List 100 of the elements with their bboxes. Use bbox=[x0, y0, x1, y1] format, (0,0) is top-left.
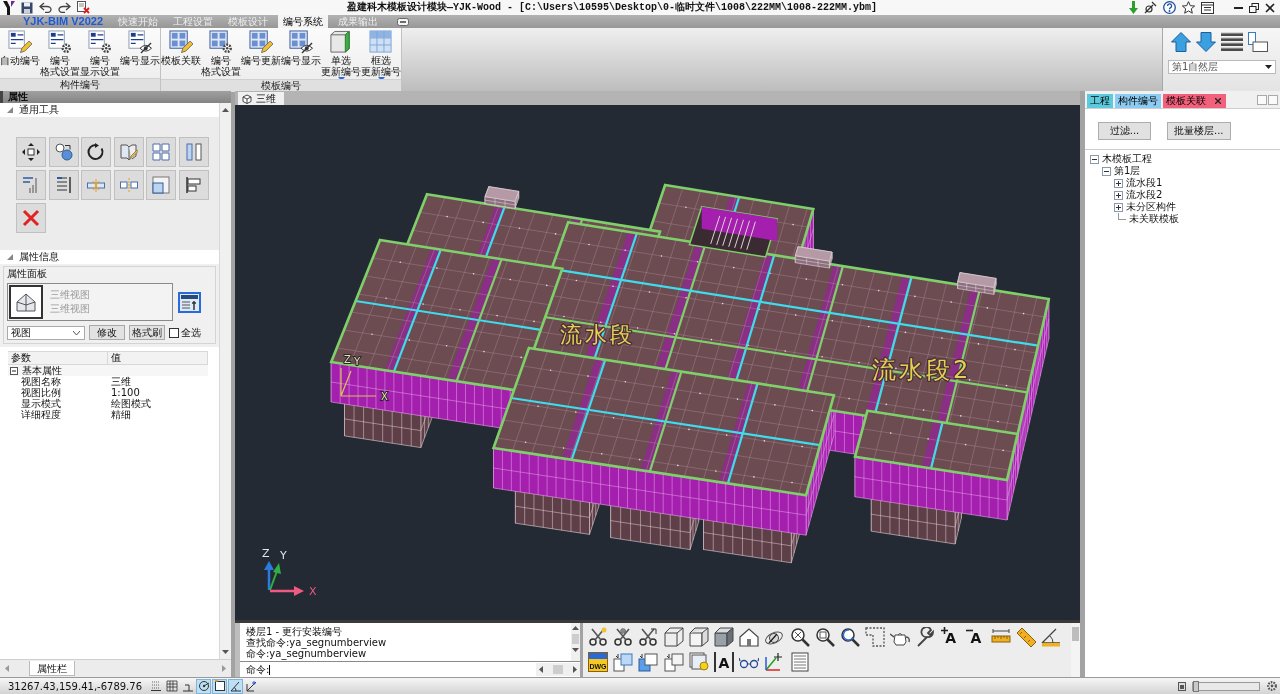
tree-item[interactable]: 未关联模板 bbox=[1129, 212, 1179, 226]
dashed-outline-icon[interactable] bbox=[865, 627, 886, 647]
panel-button[interactable]: 过滤... bbox=[1098, 122, 1151, 140]
vertical-scrollbar[interactable] bbox=[571, 623, 580, 661]
zoom-slider[interactable] bbox=[1192, 681, 1260, 691]
page-export-icon[interactable] bbox=[638, 652, 659, 672]
axes-move-icon[interactable] bbox=[764, 652, 785, 672]
status-toggle-button[interactable] bbox=[212, 678, 227, 694]
panel-tab[interactable]: 属性栏 bbox=[29, 661, 75, 676]
tool-button[interactable] bbox=[16, 137, 46, 167]
scroll-thumb[interactable] bbox=[553, 665, 563, 674]
vertical-scrollbar[interactable] bbox=[219, 103, 231, 659]
angle-icon[interactable] bbox=[1041, 627, 1062, 647]
document-list-icon[interactable] bbox=[789, 652, 810, 672]
text-zoom-in-button[interactable]: A bbox=[940, 627, 961, 647]
bulb-layer-icon[interactable] bbox=[688, 652, 709, 672]
scroll-down-icon[interactable] bbox=[572, 648, 579, 652]
tree-item[interactable]: 木模板工程 bbox=[1102, 152, 1152, 166]
close-icon[interactable] bbox=[1265, 2, 1275, 13]
status-toggle-button[interactable] bbox=[164, 678, 179, 694]
view-type-select[interactable]: 视图 bbox=[7, 325, 85, 340]
scissors-arrow-icon[interactable] bbox=[638, 627, 659, 647]
help-icon[interactable] bbox=[1163, 1, 1176, 14]
select-all-checkbox[interactable] bbox=[169, 327, 179, 338]
scroll-up-icon[interactable] bbox=[572, 626, 579, 630]
star-icon[interactable] bbox=[1182, 1, 1195, 14]
close-file-icon[interactable] bbox=[77, 1, 90, 14]
wrench-icon[interactable] bbox=[915, 627, 936, 647]
panel-button[interactable]: 修改 bbox=[89, 325, 125, 340]
ribbon-button[interactable]: 编号更新 bbox=[241, 28, 281, 79]
restore-icon[interactable] bbox=[1249, 2, 1259, 13]
panel-button[interactable]: 批量楼层... bbox=[1167, 122, 1231, 140]
ribbon-button[interactable]: 编号 格式设置 bbox=[40, 28, 80, 78]
panel-tab[interactable]: 模板关联 bbox=[1163, 94, 1226, 108]
lock-icon[interactable] bbox=[1178, 681, 1186, 691]
status-toggle-button[interactable] bbox=[244, 678, 259, 694]
ribbon-button[interactable]: 编号 显示设置 bbox=[80, 28, 120, 78]
panel-toggle-button[interactable] bbox=[1268, 94, 1278, 105]
panel-tab[interactable]: 构件编号 bbox=[1115, 94, 1161, 108]
scroll-up-icon[interactable] bbox=[222, 108, 229, 112]
down-arrow-icon[interactable] bbox=[1196, 32, 1216, 52]
scroll-down-icon[interactable] bbox=[222, 650, 229, 654]
settings-icon[interactable] bbox=[1266, 680, 1278, 692]
scroll-thumb[interactable] bbox=[1072, 627, 1079, 641]
up-arrow-icon[interactable] bbox=[1171, 32, 1191, 52]
document-tab[interactable]: 三维 bbox=[238, 92, 284, 105]
expand-icon[interactable] bbox=[1114, 202, 1123, 212]
status-toggle-button[interactable] bbox=[228, 678, 243, 694]
status-toggle-button[interactable] bbox=[196, 678, 211, 694]
download-arrow-icon[interactable] bbox=[1129, 1, 1138, 14]
expand-icon[interactable] bbox=[1114, 190, 1123, 200]
collapse-icon[interactable] bbox=[10, 366, 18, 375]
outline-cube-icon[interactable] bbox=[688, 627, 709, 647]
undo-icon[interactable] bbox=[39, 2, 52, 13]
redo-icon[interactable] bbox=[58, 2, 71, 13]
ribbon-tab[interactable]: 编号系统 bbox=[278, 15, 328, 28]
tree-item[interactable]: 流水段1 bbox=[1126, 176, 1163, 190]
ribbon-toggle-icon[interactable] bbox=[397, 18, 409, 26]
layout-icon[interactable] bbox=[1248, 32, 1268, 52]
save-icon[interactable] bbox=[21, 1, 33, 14]
minimize-icon[interactable] bbox=[1234, 6, 1243, 9]
panel-toggle-button[interactable] bbox=[1257, 94, 1267, 105]
angled-ruler-icon[interactable] bbox=[1016, 627, 1037, 647]
ribbon-button[interactable]: 编号显示 bbox=[120, 28, 160, 78]
tree-item[interactable]: 未分区构件 bbox=[1126, 200, 1176, 214]
collapse-triangle-icon[interactable] bbox=[7, 254, 13, 260]
ribbon-button[interactable]: 自动编号 bbox=[0, 28, 40, 78]
ribbon-button[interactable]: 编号 格式设置 bbox=[201, 28, 241, 79]
horizontal-scrollbar[interactable] bbox=[536, 663, 580, 676]
slider-thumb[interactable] bbox=[1193, 680, 1199, 692]
vertical-scrollbar[interactable] bbox=[1071, 623, 1080, 677]
ribbon-button[interactable]: 模板关联 bbox=[161, 28, 201, 79]
floor-select[interactable]: 第1自然层 bbox=[1168, 60, 1276, 74]
scroll-thumb[interactable] bbox=[572, 634, 579, 644]
zoom-previous-icon[interactable] bbox=[839, 627, 860, 647]
scissors-gear-icon[interactable] bbox=[613, 627, 634, 647]
panel-button[interactable]: 格式刷 bbox=[129, 325, 165, 340]
scroll-right-icon[interactable] bbox=[573, 666, 577, 673]
tree-item[interactable]: 流水段2 bbox=[1126, 188, 1163, 202]
zoom-window-icon[interactable] bbox=[814, 627, 835, 647]
list-window-icon[interactable] bbox=[1201, 1, 1214, 14]
satellite-icon[interactable] bbox=[1144, 1, 1157, 14]
text-frame-button[interactable]: A bbox=[713, 652, 734, 672]
collapse-icon[interactable] bbox=[1090, 154, 1099, 164]
status-toggle-button[interactable] bbox=[148, 678, 163, 694]
page-copy-icon[interactable] bbox=[613, 652, 634, 672]
tool-button[interactable] bbox=[81, 137, 112, 167]
tree-item[interactable]: 第1层 bbox=[1114, 164, 1141, 178]
shaded-cube-icon[interactable] bbox=[713, 627, 734, 647]
tool-button[interactable] bbox=[178, 170, 209, 200]
zoom-extents-icon[interactable] bbox=[789, 627, 810, 647]
layers-icon[interactable] bbox=[1221, 32, 1243, 52]
collapse-icon[interactable] bbox=[1102, 166, 1111, 176]
panel-tab[interactable]: 工程 bbox=[1087, 94, 1113, 108]
expand-icon[interactable] bbox=[1114, 178, 1123, 188]
house-icon[interactable] bbox=[739, 627, 760, 647]
scissors-sun-icon[interactable] bbox=[588, 627, 608, 647]
page-duplicate-icon[interactable] bbox=[663, 652, 684, 672]
collapse-triangle-icon[interactable] bbox=[7, 107, 13, 113]
ribbon-button[interactable]: 编号显示 bbox=[281, 28, 321, 79]
